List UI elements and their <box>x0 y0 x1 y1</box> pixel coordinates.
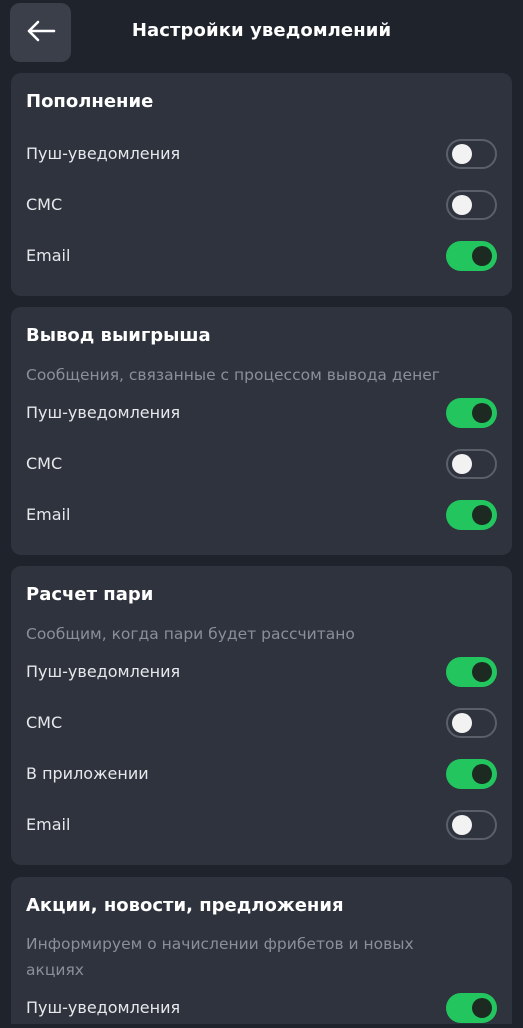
toggle-switch[interactable] <box>446 241 497 271</box>
setting-row: Email <box>11 495 512 535</box>
setting-label: Пуш-уведомления <box>26 662 181 681</box>
section-withdrawal: Вывод выигрыша Сообщения, связанные с пр… <box>11 307 512 555</box>
setting-row: Пуш-уведомления <box>11 134 512 174</box>
toggle-knob <box>452 815 472 835</box>
section-title: Расчет пари <box>26 584 154 605</box>
section-title: Акции, новости, предложения <box>26 895 344 916</box>
toggle-knob <box>452 195 472 215</box>
setting-label: В приложении <box>26 764 149 783</box>
section-description: Сообщим, когда пари будет рассчитано <box>26 625 355 643</box>
toggle-switch[interactable] <box>446 657 497 687</box>
setting-label: Email <box>26 505 71 524</box>
section-description: Информируем о начислении фрибетов и новы… <box>26 935 414 979</box>
toggle-switch[interactable] <box>446 759 497 789</box>
section-deposit: Пополнение Пуш-уведомления СМС Email <box>11 73 512 296</box>
toggle-switch[interactable] <box>446 993 497 1023</box>
header: Настройки уведомлений <box>0 0 523 64</box>
toggle-switch[interactable] <box>446 190 497 220</box>
setting-label: Email <box>26 815 71 834</box>
toggle-knob <box>472 246 492 266</box>
section-title: Вывод выигрыша <box>26 325 211 346</box>
toggle-switch[interactable] <box>446 449 497 479</box>
setting-row: Пуш-уведомления <box>11 393 512 433</box>
setting-row: Пуш-уведомления <box>11 988 512 1028</box>
setting-row: Email <box>11 236 512 276</box>
section-bet-settlement: Расчет пари Сообщим, когда пари будет ра… <box>11 566 512 865</box>
toggle-switch[interactable] <box>446 708 497 738</box>
setting-label: СМС <box>26 713 63 732</box>
toggle-knob <box>472 662 492 682</box>
toggle-switch[interactable] <box>446 398 497 428</box>
section-title: Пополнение <box>26 91 154 112</box>
setting-row: В приложении <box>11 754 512 794</box>
setting-label: Пуш-уведомления <box>26 998 181 1017</box>
toggle-knob <box>452 144 472 164</box>
setting-row: СМС <box>11 444 512 484</box>
setting-row: Пуш-уведомления <box>11 652 512 692</box>
setting-row: СМС <box>11 185 512 225</box>
page-title: Настройки уведомлений <box>131 20 392 41</box>
section-description: Сообщения, связанные с процессом вывода … <box>26 366 440 384</box>
toggle-switch[interactable] <box>446 139 497 169</box>
setting-row: Email <box>11 805 512 845</box>
section-promotions: Акции, новости, предложения Информируем … <box>11 877 512 1024</box>
setting-label: СМС <box>26 195 63 214</box>
toggle-switch[interactable] <box>446 500 497 530</box>
toggle-knob <box>452 713 472 733</box>
toggle-knob <box>472 505 492 525</box>
toggle-knob <box>472 764 492 784</box>
toggle-knob <box>452 454 472 474</box>
toggle-switch[interactable] <box>446 810 497 840</box>
setting-label: СМС <box>26 454 63 473</box>
setting-row: СМС <box>11 703 512 743</box>
setting-label: Email <box>26 246 71 265</box>
setting-label: Пуш-уведомления <box>26 144 181 163</box>
setting-label: Пуш-уведомления <box>26 403 181 422</box>
toggle-knob <box>472 998 492 1018</box>
toggle-knob <box>472 403 492 423</box>
